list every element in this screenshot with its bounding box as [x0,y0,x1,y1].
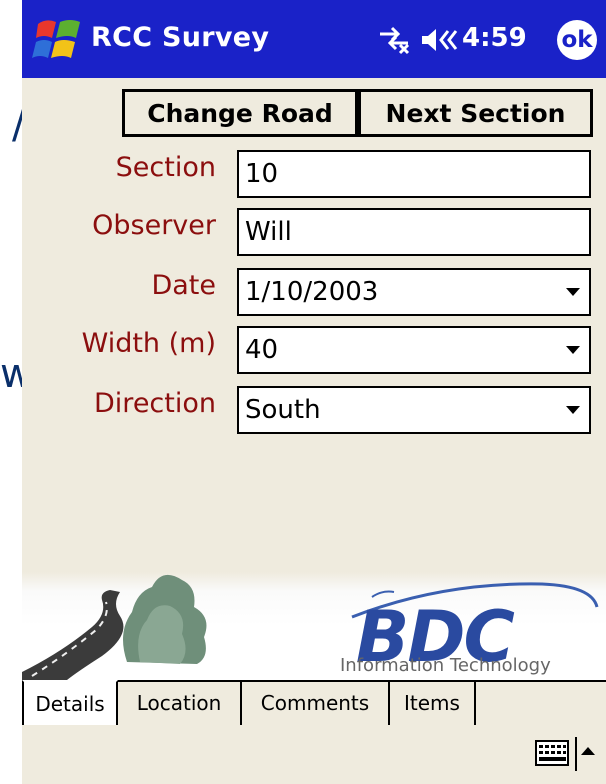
volume-icon[interactable] [420,27,460,53]
windows-start-icon[interactable] [32,16,86,62]
keyboard-icon[interactable] [535,740,569,766]
branding-area: BDC Information Technology [22,572,606,680]
device-screen: RCC Survey 4:59 ok Change Road Next Sect… [22,0,606,784]
date-dropdown[interactable]: 1/10/2003 [237,268,591,316]
ok-button[interactable]: ok [557,20,597,60]
section-value: 10 [245,159,279,189]
observer-value: Will [245,217,292,247]
width-dropdown[interactable]: 40 [237,326,591,374]
sip-menu-arrow-icon[interactable] [581,747,595,755]
menu-bar [22,725,606,784]
width-label: Width (m) [81,328,216,359]
tab-bar: Details Location Comments Items [22,680,606,726]
direction-dropdown[interactable]: South [237,386,591,434]
logo-tagline: Information Technology [340,655,551,676]
dropdown-arrow-icon[interactable] [559,326,589,374]
tab-items[interactable]: Items [390,680,476,726]
tab-details[interactable]: Details [22,680,118,726]
date-label: Date [151,270,216,301]
dropdown-arrow-icon[interactable] [559,386,589,434]
observer-field[interactable]: Will [237,208,591,256]
observer-label: Observer [92,210,216,241]
change-road-button[interactable]: Change Road [122,89,358,137]
direction-label: Direction [94,388,216,419]
date-value: 1/10/2003 [245,277,379,307]
section-field[interactable]: 10 [237,150,591,198]
app-title: RCC Survey [91,22,270,53]
width-value: 40 [245,335,279,365]
title-bar: RCC Survey 4:59 ok [22,0,606,78]
direction-value: South [245,395,321,425]
connectivity-icon[interactable] [376,25,412,55]
tab-location[interactable]: Location [118,680,242,726]
clock[interactable]: 4:59 [462,23,527,53]
sip-divider [575,737,577,771]
dropdown-arrow-icon[interactable] [559,268,589,316]
section-label: Section [115,152,216,183]
next-section-button[interactable]: Next Section [358,89,593,137]
tab-comments[interactable]: Comments [242,680,390,726]
